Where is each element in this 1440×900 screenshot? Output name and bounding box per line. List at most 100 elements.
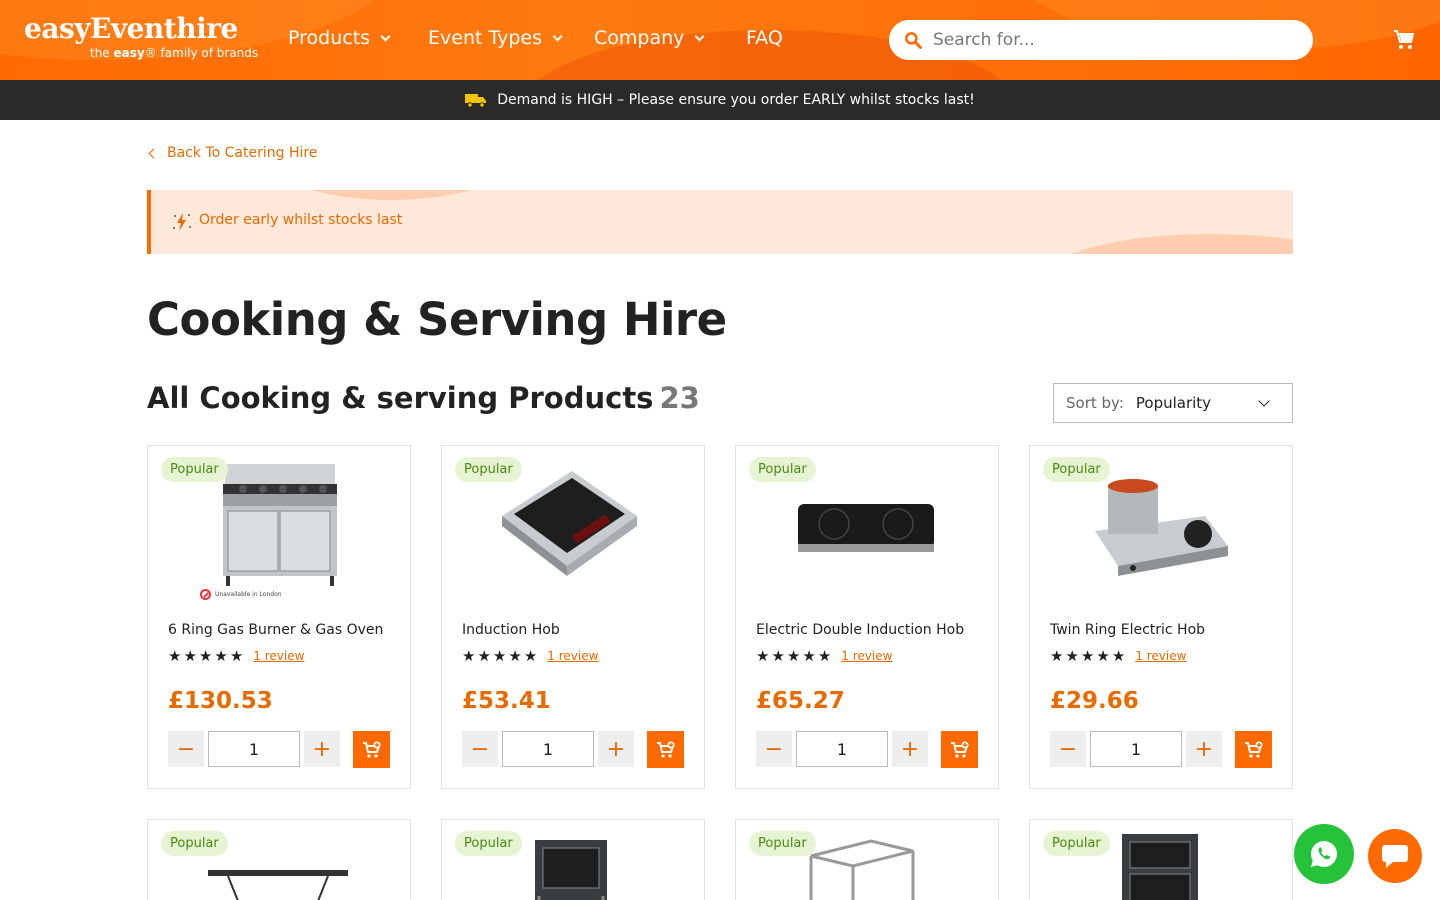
star-icon: ★	[198, 647, 213, 665]
back-link[interactable]: Back To Catering Hire	[147, 145, 317, 161]
rating: ★ ★ ★ ★ ★ 1 review	[756, 648, 892, 664]
star-icon: ★	[802, 647, 816, 665]
product-name[interactable]: 6 Ring Gas Burner & Gas Oven	[168, 622, 383, 638]
nav-company[interactable]: Company	[594, 27, 705, 49]
popular-badge: Popular	[455, 457, 522, 482]
cart-add-icon	[656, 741, 674, 758]
decrease-quantity-button[interactable]: −	[1050, 731, 1086, 767]
product-image[interactable]	[801, 836, 921, 900]
chevron-left-icon	[148, 148, 159, 158]
logo-tagline: the easy® family of brands	[90, 46, 258, 60]
product-image[interactable]	[203, 860, 353, 900]
star-icon: ★	[229, 647, 244, 665]
product-card[interactable]: Popular Twin Ring Electric Hob ★ ★ ★ ★ ★ 1 r…	[1029, 445, 1293, 789]
back-link-label: Back To Catering Hire	[167, 145, 318, 161]
quantity-stepper: − +	[462, 731, 634, 767]
stock-alert: Order early whilst stocks last	[147, 190, 1293, 254]
popular-badge: Popular	[1043, 831, 1110, 856]
quantity-input[interactable]	[208, 731, 300, 767]
add-to-cart-button[interactable]	[647, 731, 684, 768]
product-card[interactable]: Popular	[735, 819, 999, 900]
product-price: £65.27	[756, 688, 845, 714]
product-price: £53.41	[462, 688, 551, 714]
popular-badge: Popular	[749, 831, 816, 856]
sort-value: Popularity	[1135, 394, 1212, 412]
add-to-cart-button[interactable]	[1235, 731, 1272, 768]
nav-products-label: Products	[288, 27, 371, 49]
increase-quantity-button[interactable]: +	[304, 731, 340, 767]
product-image[interactable]	[1120, 832, 1200, 900]
sort-dropdown[interactable]: Sort by: Popularity	[1053, 383, 1293, 423]
search-icon[interactable]	[903, 30, 923, 50]
popular-badge: Popular	[1043, 457, 1110, 482]
increase-quantity-button[interactable]: +	[892, 731, 928, 767]
chevron-down-icon	[552, 31, 563, 41]
section-title: All Cooking & serving Products 23	[147, 381, 700, 415]
star-icon: ★	[477, 647, 491, 665]
decrease-quantity-button[interactable]: −	[462, 731, 498, 767]
increase-quantity-button[interactable]: +	[598, 731, 634, 767]
review-link[interactable]: 1 review	[253, 649, 304, 663]
chevron-down-icon	[380, 31, 391, 41]
unavailable-note: Unavailable in London	[200, 589, 282, 600]
increase-quantity-button[interactable]: +	[1186, 731, 1222, 767]
quantity-input[interactable]	[502, 731, 594, 767]
product-image[interactable]	[527, 838, 617, 900]
star-icon: ★	[1111, 647, 1126, 665]
nav-company-label: Company	[594, 27, 685, 49]
star-icon: ★	[492, 647, 507, 665]
nav-faq-label: FAQ	[746, 27, 783, 49]
popular-badge: Popular	[749, 457, 816, 482]
star-icon: ★	[771, 647, 785, 665]
site-header: easyEventhire the easy® family of brands…	[0, 0, 1440, 80]
popular-badge: Popular	[455, 831, 522, 856]
quantity-input[interactable]	[796, 731, 888, 767]
review-link[interactable]: 1 review	[841, 649, 892, 663]
product-card[interactable]: Popular Electric Double Induction Hob ★ ★…	[735, 445, 999, 789]
search-bar	[889, 20, 1313, 60]
quantity-input[interactable]	[1090, 731, 1182, 767]
product-name[interactable]: Induction Hob	[462, 622, 560, 638]
product-card[interactable]: Popular	[441, 819, 705, 900]
star-icon: ★	[817, 647, 832, 665]
product-price: £130.53	[168, 688, 273, 714]
star-icon: ★	[508, 647, 522, 665]
quantity-stepper: − +	[168, 731, 340, 767]
cart-add-icon	[362, 741, 380, 758]
decrease-quantity-button[interactable]: −	[756, 731, 792, 767]
review-link[interactable]: 1 review	[547, 649, 598, 663]
product-card[interactable]: Unavailable in London Popular 6 Ring Gas…	[147, 445, 411, 789]
star-icon: ★	[786, 647, 801, 665]
star-icon: ★	[1096, 647, 1110, 665]
popular-badge: Popular	[161, 457, 228, 482]
product-card[interactable]: Popular	[147, 819, 411, 900]
star-icon: ★	[1050, 647, 1064, 665]
sort-label: Sort by:	[1066, 394, 1124, 412]
product-name[interactable]: Electric Double Induction Hob	[756, 622, 964, 638]
search-input[interactable]	[933, 28, 1293, 52]
product-name[interactable]: Twin Ring Electric Hob	[1050, 622, 1205, 638]
add-to-cart-button[interactable]	[941, 731, 978, 768]
page-title: Cooking & Serving Hire	[147, 293, 727, 346]
nav-faq[interactable]: FAQ	[746, 27, 783, 49]
nav-products[interactable]: Products	[288, 27, 391, 49]
product-card[interactable]: Popular Induction Hob ★ ★ ★ ★ ★ 1 review £53…	[441, 445, 705, 789]
live-chat-button[interactable]	[1368, 829, 1422, 883]
chat-icon	[1382, 845, 1408, 868]
demand-banner-text: Demand is HIGH – Please ensure you order…	[497, 92, 975, 108]
whatsapp-button[interactable]	[1294, 824, 1354, 884]
star-icon: ★	[462, 647, 476, 665]
demand-banner: Demand is HIGH – Please ensure you order…	[0, 80, 1440, 120]
star-icon: ★	[183, 647, 197, 665]
review-link[interactable]: 1 review	[1135, 649, 1186, 663]
logo-tagline-brand: easy	[113, 46, 145, 60]
add-to-cart-button[interactable]	[353, 731, 390, 768]
brand-logo[interactable]: easyEventhire the easy® family of brands	[24, 14, 258, 61]
nav-event-types[interactable]: Event Types	[428, 27, 563, 49]
unavailable-icon	[200, 589, 211, 600]
product-card[interactable]: Popular	[1029, 819, 1293, 900]
section-title-text: All Cooking & serving Products	[147, 381, 654, 415]
rating: ★ ★ ★ ★ ★ 1 review	[1050, 648, 1186, 664]
decrease-quantity-button[interactable]: −	[168, 731, 204, 767]
cart-icon[interactable]	[1392, 28, 1416, 52]
